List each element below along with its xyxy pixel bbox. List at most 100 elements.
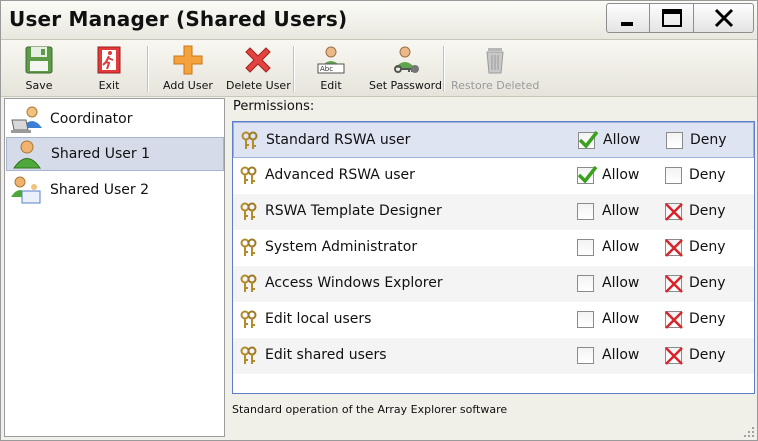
deny-checkbox[interactable] [665,275,683,293]
permission-name: Edit shared users [265,347,387,363]
user-list-item-label: Shared User 2 [50,182,150,198]
add-user-button[interactable]: Add User [163,44,213,92]
exit-button[interactable]: Exit [93,44,125,92]
allow-label: Allow [602,311,640,327]
keys-icon [240,238,257,256]
permission-row[interactable]: Edit shared users Allow Deny [233,338,754,374]
toolbar-separator [293,46,295,92]
keys-icon [240,346,257,364]
set-password-label: Set Password [369,79,442,92]
deny-x-icon [665,311,683,329]
keys-icon [241,131,258,149]
permission-description: Standard operation of the Array Explorer… [232,403,508,416]
permission-name: Advanced RSWA user [265,167,415,183]
save-button[interactable]: Save [23,44,55,92]
permission-row[interactable]: RSWA Template Designer Allow Deny [233,194,754,230]
window-title: User Manager (Shared Users) [9,7,348,31]
deny-x-icon [665,275,683,293]
resize-grip-icon[interactable] [741,424,755,438]
deny-checkbox[interactable] [665,347,683,365]
allow-label: Allow [602,203,640,219]
maximize-button[interactable] [650,3,694,33]
deny-checkbox[interactable] [665,239,683,257]
deny-checkbox[interactable] [666,132,683,149]
permissions-header: Permissions: [233,99,315,114]
check-icon [577,165,598,184]
title-bar[interactable]: User Manager (Shared Users) [1,1,757,40]
keys-icon [240,202,257,220]
user-group-icon [11,176,41,204]
floppy-disk-icon [25,46,53,74]
deny-checkbox[interactable] [665,311,683,329]
restore-deleted-button[interactable]: Restore Deleted [451,44,539,92]
restore-deleted-label: Restore Deleted [451,79,540,92]
permission-row[interactable]: Edit local users Allow Deny [233,302,754,338]
window-controls [606,3,754,33]
permission-name: Access Windows Explorer [265,275,443,291]
minimize-button[interactable] [606,3,650,33]
exit-door-icon [97,46,121,74]
keys-icon [240,274,257,292]
allow-label: Allow [602,275,640,291]
user-edit-icon: Abc [317,46,345,74]
allow-checkbox[interactable] [577,165,598,184]
permission-name: RSWA Template Designer [265,203,442,219]
trash-can-icon [486,48,504,74]
svg-text:Abc: Abc [320,65,333,73]
minimize-icon [621,22,633,26]
edit-button[interactable]: Abc Edit [315,44,347,92]
deny-label: Deny [689,167,726,183]
deny-label: Deny [690,132,727,148]
permission-name: Edit local users [265,311,372,327]
keys-icon [240,166,257,184]
allow-label: Allow [603,132,641,148]
close-icon [714,8,733,28]
coordinator-user-icon [11,106,42,133]
deny-x-icon [665,239,683,257]
exit-label: Exit [98,79,120,92]
permission-name: Standard RSWA user [266,132,411,148]
check-icon [578,130,599,149]
toolbar-separator [443,46,445,92]
allow-checkbox[interactable] [577,347,594,364]
delete-x-icon [245,47,272,73]
allow-label: Allow [602,239,640,255]
permission-row[interactable]: System Administrator Allow Deny [233,230,754,266]
allow-label: Allow [602,347,640,363]
user-icon [13,140,41,169]
toolbar: Save Exit Add User Delete User Abc Edit … [1,40,757,97]
user-list-item[interactable]: Shared User 1 [6,137,224,171]
deny-x-icon [665,347,683,365]
allow-checkbox[interactable] [577,203,594,220]
deny-label: Deny [689,275,726,291]
allow-checkbox[interactable] [577,311,594,328]
deny-checkbox[interactable] [665,167,682,184]
toolbar-separator [147,46,149,92]
edit-label: Edit [320,79,342,92]
user-list-item[interactable]: Shared User 2 [6,173,224,207]
user-key-icon [394,46,420,73]
allow-label: Allow [602,167,640,183]
deny-label: Deny [689,239,726,255]
permissions-list[interactable]: Standard RSWA user Allow Deny Advanced R… [232,121,755,394]
add-user-label: Add User [163,79,213,92]
allow-checkbox[interactable] [577,275,594,292]
deny-label: Deny [689,311,726,327]
permission-row[interactable]: Standard RSWA user Allow Deny [233,122,754,158]
save-label: Save [25,79,53,92]
deny-x-icon [665,203,683,221]
permission-row[interactable]: Advanced RSWA user Allow Deny [233,158,754,194]
deny-label: Deny [689,203,726,219]
set-password-button[interactable]: Set Password [369,44,442,92]
allow-checkbox[interactable] [577,239,594,256]
allow-checkbox[interactable] [578,130,599,149]
permission-row[interactable]: Access Windows Explorer Allow Deny [233,266,754,302]
delete-user-label: Delete User [226,79,291,92]
user-list-item[interactable]: Coordinator [6,102,224,136]
user-manager-window: User Manager (Shared Users) Save Exit Ad… [0,0,758,441]
deny-checkbox[interactable] [665,203,683,221]
keys-icon [240,310,257,328]
close-button[interactable] [694,3,754,33]
delete-user-button[interactable]: Delete User [226,44,291,92]
user-list[interactable]: Coordinator Shared User 1 Shared User 2 [4,98,225,437]
